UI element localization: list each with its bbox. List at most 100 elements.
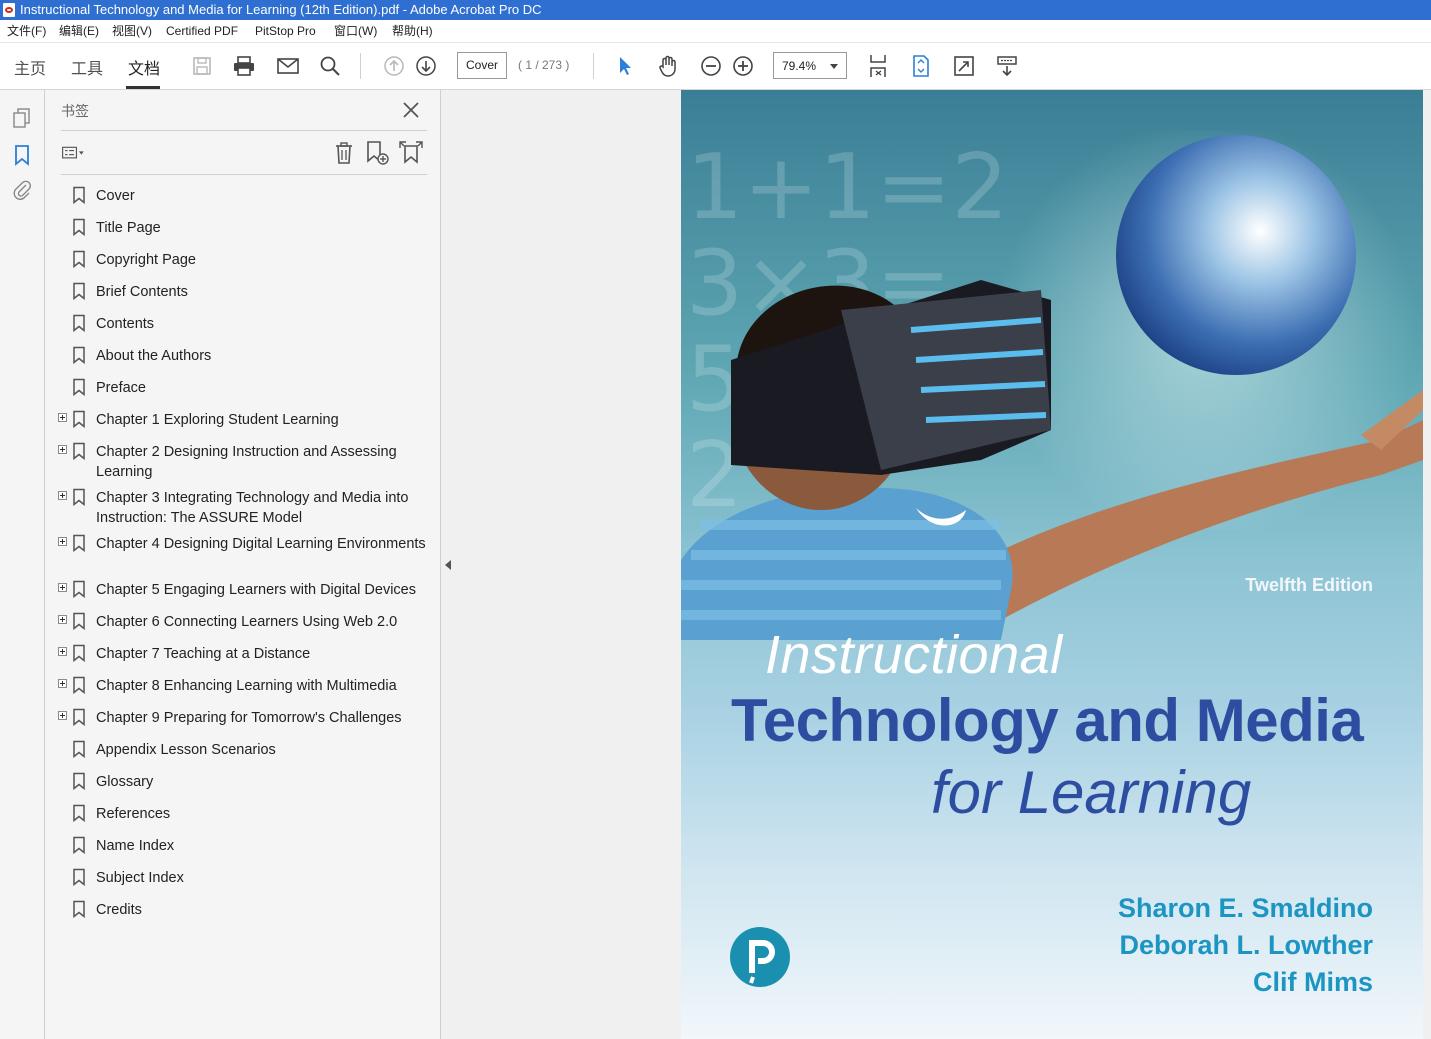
bookmark-label: Chapter 8 Enhancing Learning with Multim… <box>96 678 397 694</box>
bookmark-label: Glossary <box>96 774 154 790</box>
cover-title-line2: Technology and Media <box>731 687 1364 754</box>
close-icon[interactable] <box>400 99 422 121</box>
title-bar: Instructional Technology and Media for L… <box>0 0 1431 20</box>
bookmark-icon <box>72 442 86 461</box>
bookmark-icon <box>72 676 86 695</box>
expand-icon[interactable] <box>58 679 67 688</box>
menu-file[interactable]: 文件(F) <box>7 20 46 42</box>
zoom-in-icon[interactable] <box>730 53 756 79</box>
expand-icon[interactable] <box>58 615 67 624</box>
pdf-page-cover: 1+1=2 3×3= 5 2 Twelfth Edition Instructi… <box>681 90 1423 1039</box>
cover-author: Clif Mims <box>1252 967 1373 997</box>
fit-page-icon[interactable] <box>908 53 934 79</box>
bookmark-label: Chapter 1 Exploring Student Learning <box>96 412 339 428</box>
bookmark-options-icon[interactable] <box>61 140 87 166</box>
document-view[interactable]: 1+1=2 3×3= 5 2 Twelfth Edition Instructi… <box>441 90 1431 1039</box>
page-number-input[interactable]: Cover <box>457 52 507 79</box>
attachments-icon[interactable] <box>11 179 33 201</box>
menu-edit[interactable]: 编辑(E) <box>59 20 99 42</box>
bookmark-label: Name Index <box>96 838 175 854</box>
next-page-icon[interactable] <box>413 53 439 79</box>
page-thumbnails-icon[interactable] <box>11 107 33 129</box>
panel-divider <box>61 174 427 175</box>
collapse-panel-icon[interactable] <box>445 560 451 570</box>
bookmark-icon <box>72 580 86 599</box>
cover-authors: Sharon E. Smaldino Deborah L. Lowther Cl… <box>1061 890 1373 1001</box>
menu-pitstop-pro[interactable]: PitStop Pro <box>255 20 316 42</box>
panel-divider <box>61 130 427 131</box>
bookmark-label: Title Page <box>96 220 161 236</box>
expand-icon[interactable] <box>58 711 67 720</box>
pdf-file-icon <box>3 3 15 17</box>
tab-tools[interactable]: 工具 <box>71 55 103 79</box>
previous-page-icon[interactable] <box>381 53 407 79</box>
bookmark-label: Cover <box>96 188 135 204</box>
expand-bookmark-icon[interactable] <box>398 140 424 166</box>
bookmark-icon <box>72 740 86 759</box>
navigation-rail <box>0 90 45 1039</box>
bookmark-icon <box>72 410 86 429</box>
zoom-level-select[interactable]: 79.4% <box>773 52 847 79</box>
bookmark-label: Chapter 5 Engaging Learners with Digital… <box>96 582 416 598</box>
bookmark-label: Appendix Lesson Scenarios <box>96 742 276 758</box>
active-tab-indicator <box>126 86 160 89</box>
bookmark-label: Chapter 2 Designing Instruction and Asse… <box>96 444 397 480</box>
bookmark-icon <box>72 378 86 397</box>
cover-edition: Twelfth Edition <box>1245 575 1373 595</box>
expand-icon[interactable] <box>58 445 67 454</box>
save-icon[interactable] <box>189 53 215 79</box>
toolbar-separator <box>593 53 594 79</box>
bookmark-label: Copyright Page <box>96 252 196 268</box>
expand-icon[interactable] <box>58 491 67 500</box>
bookmark-icon <box>72 708 86 727</box>
bookmark-icon <box>72 804 86 823</box>
bookmark-label: Subject Index <box>96 870 184 886</box>
expand-icon[interactable] <box>58 583 67 592</box>
menu-window[interactable]: 窗口(W) <box>334 20 377 42</box>
bookmark-icon <box>72 612 86 631</box>
menu-certified-pdf[interactable]: Certified PDF <box>166 20 238 42</box>
bookmark-icon <box>72 644 86 663</box>
scrolling-mode-icon[interactable] <box>865 53 891 79</box>
bookmark-label: Contents <box>96 316 155 332</box>
new-bookmark-icon[interactable] <box>365 140 391 166</box>
zoom-out-icon[interactable] <box>698 53 724 79</box>
bookmark-icon <box>72 346 86 365</box>
cover-author: Deborah L. Lowther <box>1119 930 1373 960</box>
panel-title: 书签 <box>61 103 89 119</box>
bookmark-icon <box>72 250 86 269</box>
email-icon[interactable] <box>275 53 301 79</box>
expand-icon[interactable] <box>58 537 67 546</box>
bookmark-label: Preface <box>96 380 146 396</box>
full-screen-icon[interactable] <box>951 53 977 79</box>
bookmark-label: Credits <box>96 902 142 918</box>
bookmark-icon <box>72 186 86 205</box>
cover-title-line3: for Learning <box>931 759 1252 826</box>
read-mode-icon[interactable] <box>994 53 1020 79</box>
print-icon[interactable] <box>231 53 257 79</box>
select-cursor-icon[interactable] <box>612 53 638 79</box>
bookmark-icon <box>72 772 86 791</box>
bookmark-icon <box>72 218 86 237</box>
toolbar-separator <box>360 53 361 79</box>
expand-icon[interactable] <box>58 413 67 422</box>
menu-bar: 文件(F) 编辑(E) 视图(V) Certified PDF PitStop … <box>0 20 1431 43</box>
menu-help[interactable]: 帮助(H) <box>392 20 433 42</box>
hand-tool-icon[interactable] <box>655 53 681 79</box>
expand-icon[interactable] <box>58 647 67 656</box>
cover-author: Sharon E. Smaldino <box>1117 893 1373 923</box>
page-count: ( 1 / 273 ) <box>518 58 570 72</box>
tab-document[interactable]: 文档 <box>128 55 160 79</box>
bookmarks-icon[interactable] <box>11 144 33 166</box>
chevron-down-icon <box>830 64 838 69</box>
tab-home[interactable]: 主页 <box>14 55 46 79</box>
delete-bookmark-icon[interactable] <box>331 140 357 166</box>
bookmarks-panel: 书签 Cover Title Page Copyright Page Brief Co… <box>45 90 441 1039</box>
zoom-level-value: 79.4% <box>782 59 817 73</box>
bookmark-icon <box>72 900 86 919</box>
bookmark-label: Brief Contents <box>96 284 188 300</box>
pearson-logo <box>730 927 790 987</box>
menu-view[interactable]: 视图(V) <box>112 20 152 42</box>
search-icon[interactable] <box>317 53 343 79</box>
bookmark-label: About the Authors <box>96 348 212 364</box>
